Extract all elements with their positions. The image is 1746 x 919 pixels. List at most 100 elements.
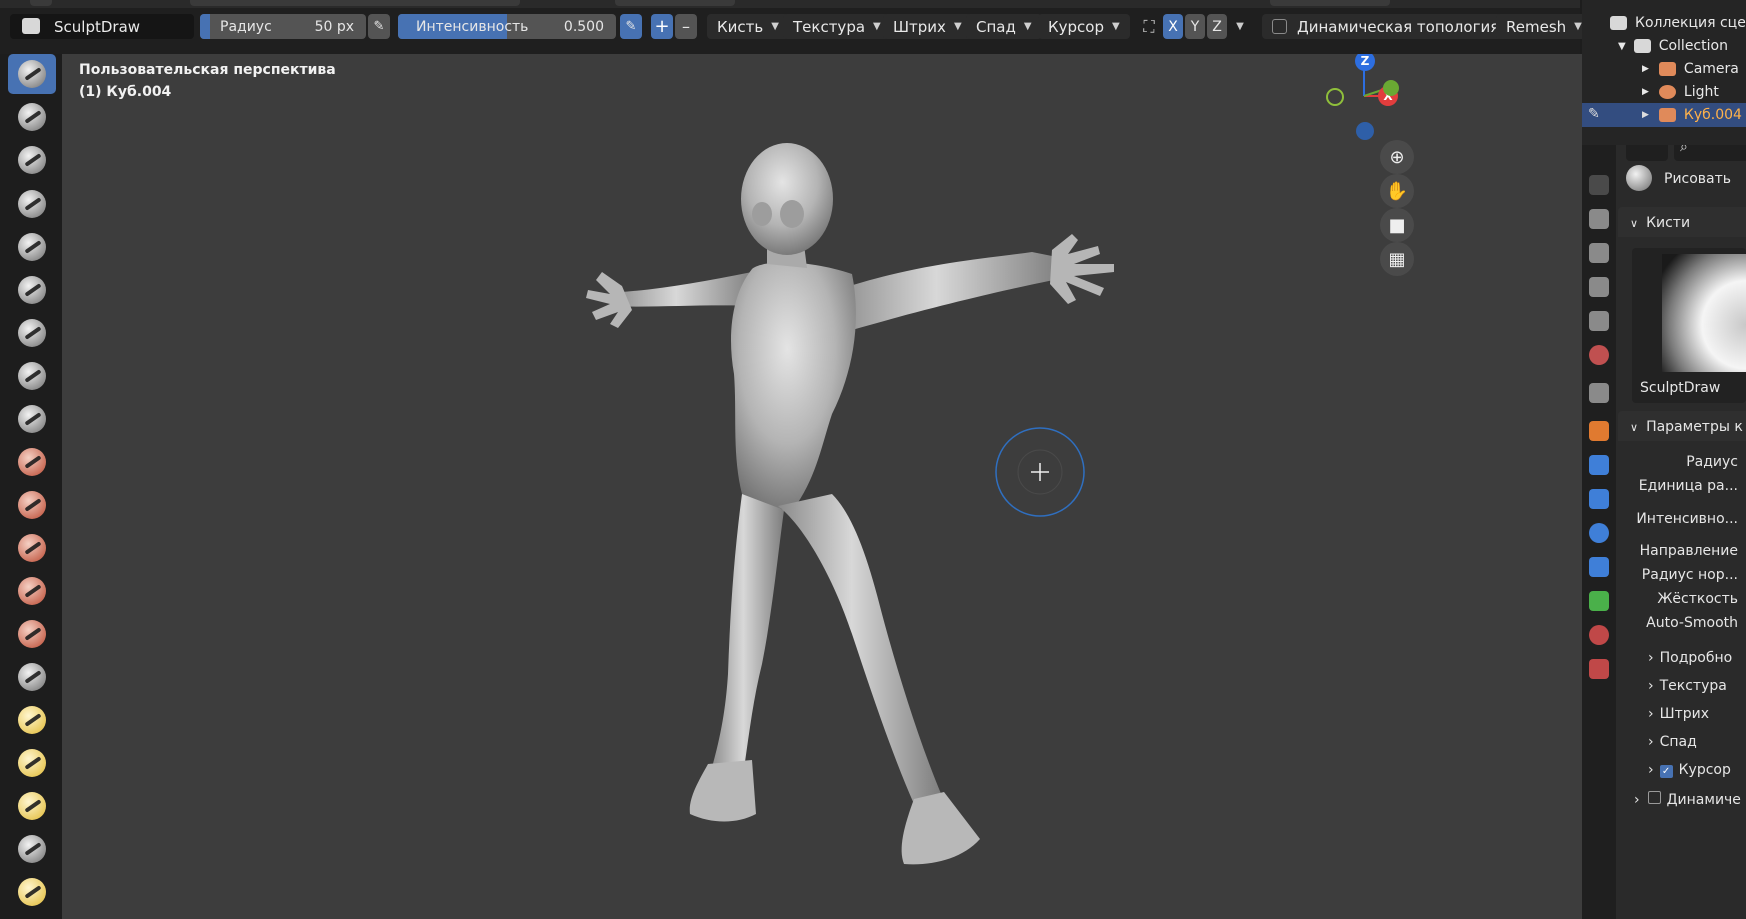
- tool-layer[interactable]: [8, 270, 56, 310]
- tool-grab[interactable]: [8, 700, 56, 740]
- expand-icon[interactable]: ▶: [1642, 110, 1649, 120]
- edit-brush-icon[interactable]: ✎: [1588, 106, 1606, 124]
- tool-clay-thumb[interactable]: [8, 227, 56, 267]
- brushes-panel-label: Кисти: [1646, 215, 1691, 231]
- cursor-checkbox[interactable]: ✓: [1659, 765, 1673, 778]
- subpanel-falloff[interactable]: › Спад: [1648, 734, 1697, 750]
- scene-collection-row[interactable]: Коллекция сце: [1582, 11, 1746, 35]
- menu-cursor[interactable]: Курсор ▼: [1038, 14, 1130, 39]
- tool-pinch[interactable]: [8, 657, 56, 697]
- mirror-z-toggle[interactable]: Z: [1207, 14, 1227, 39]
- editor-type-dropdown[interactable]: [1626, 145, 1668, 161]
- menu-falloff[interactable]: Спад ▼: [966, 14, 1042, 39]
- tab-modifiers-icon[interactable]: [1589, 455, 1609, 475]
- field-direction: Направление: [1639, 543, 1738, 559]
- zoom-icon[interactable]: ⊕: [1380, 140, 1414, 174]
- symmetry-options-dropdown[interactable]: ▼: [1230, 14, 1250, 39]
- tab-view-layer-icon[interactable]: [1589, 277, 1609, 297]
- chevron-down-icon: ▼: [1574, 21, 1582, 32]
- chevron-down-icon: ▼: [953, 21, 962, 32]
- smooth-icon: [18, 448, 46, 476]
- tool-blob[interactable]: [8, 356, 56, 396]
- dynamics-checkbox[interactable]: [1647, 791, 1661, 804]
- tool-smooth[interactable]: [8, 442, 56, 482]
- expand-icon[interactable]: ▶: [1642, 87, 1649, 97]
- tool-draw[interactable]: [8, 54, 56, 94]
- radius-pressure-icon[interactable]: ✎: [368, 14, 390, 39]
- menu-brush[interactable]: Кисть ▼: [707, 14, 789, 39]
- direction-subtract-button[interactable]: –: [675, 14, 697, 39]
- tool-flatten[interactable]: [8, 485, 56, 525]
- shading-buttons[interactable]: [1270, 0, 1390, 6]
- tool-draw-sharp[interactable]: [8, 97, 56, 137]
- outliner-item-camera[interactable]: ▶ Camera: [1582, 57, 1746, 81]
- dyntopo-toggle[interactable]: Динамическая топология ▼: [1262, 14, 1525, 39]
- tool-thumb[interactable]: [8, 829, 56, 869]
- tab-world-icon[interactable]: [1589, 345, 1609, 365]
- brush-name: SculptDraw: [54, 17, 141, 36]
- gizmo-y-axis[interactable]: [1383, 80, 1399, 96]
- header-options[interactable]: [615, 0, 735, 6]
- outliner-item-light[interactable]: ▶ Light: [1582, 80, 1746, 104]
- expand-icon[interactable]: ▼: [1618, 41, 1626, 52]
- tab-object-icon[interactable]: [1589, 421, 1609, 441]
- strength-pressure-icon[interactable]: ✎: [620, 14, 642, 39]
- dyntopo-label: Динамическая топология: [1297, 17, 1500, 36]
- menu-stroke[interactable]: Штрих ▼: [883, 14, 972, 39]
- field-strength: Интенсивно...: [1636, 511, 1738, 527]
- tab-collection-icon[interactable]: [1589, 383, 1609, 403]
- radius-slider[interactable]: Радиус 50 px: [200, 14, 366, 39]
- tab-texture-icon[interactable]: [1589, 659, 1609, 679]
- tab-particles-icon[interactable]: [1589, 489, 1609, 509]
- dyntopo-checkbox[interactable]: [1272, 19, 1287, 34]
- tool-crease[interactable]: [8, 399, 56, 439]
- field-normal-radius: Радиус нор...: [1641, 567, 1738, 583]
- panel-dynamics[interactable]: › Динамиче: [1634, 791, 1741, 808]
- properties-search-icon[interactable]: ⌕: [1674, 145, 1746, 161]
- tab-render-icon[interactable]: [1589, 209, 1609, 229]
- light-label: Light: [1683, 84, 1719, 100]
- menu-texture[interactable]: Текстура ▼: [783, 14, 891, 39]
- gizmo-neg-y-axis[interactable]: [1326, 88, 1344, 106]
- header-menus[interactable]: [190, 0, 520, 6]
- tab-constraints-icon[interactable]: [1589, 557, 1609, 577]
- tool-inflate[interactable]: [8, 313, 56, 353]
- mirror-y-toggle[interactable]: Y: [1185, 14, 1205, 39]
- tab-data-icon[interactable]: [1589, 591, 1609, 611]
- tool-snake-hook[interactable]: [8, 786, 56, 826]
- subpanel-stroke[interactable]: › Штрих: [1648, 706, 1709, 722]
- subpanel-texture[interactable]: › Текстура: [1648, 678, 1727, 694]
- tab-physics-icon[interactable]: [1589, 523, 1609, 543]
- perspective-grid-icon[interactable]: ▦: [1380, 242, 1414, 276]
- pan-hand-icon[interactable]: ✋: [1380, 174, 1414, 208]
- brush-selector[interactable]: SculptDraw: [10, 14, 194, 39]
- subpanel-cursor[interactable]: › ✓ Курсор: [1648, 762, 1731, 778]
- brush-preview-name: SculptDraw: [1640, 380, 1721, 396]
- direction-add-button[interactable]: +: [651, 14, 673, 39]
- tool-scrape[interactable]: [8, 571, 56, 611]
- tab-material-icon[interactable]: [1589, 625, 1609, 645]
- tool-elastic-deform[interactable]: [8, 743, 56, 783]
- strength-slider[interactable]: Интенсивность 0.500: [398, 14, 616, 39]
- subpanel-advanced[interactable]: › Подробно: [1648, 650, 1732, 666]
- remesh-dropdown[interactable]: Remesh ▼: [1496, 14, 1592, 39]
- tab-tool-icon[interactable]: [1589, 175, 1609, 195]
- tool-clay[interactable]: [8, 140, 56, 180]
- tool-fill[interactable]: [8, 528, 56, 568]
- tab-scene-icon[interactable]: [1589, 311, 1609, 331]
- camera-view-icon[interactable]: ■: [1380, 208, 1414, 242]
- scene-collection-label: Коллекция сце: [1635, 15, 1746, 31]
- brush-preview[interactable]: SculptDraw: [1632, 248, 1746, 403]
- tool-clay-strips[interactable]: [8, 184, 56, 224]
- outliner-item-cube[interactable]: ▶ Куб.004: [1582, 103, 1746, 127]
- gizmo-neg-z-axis[interactable]: [1356, 122, 1374, 140]
- tool-multiplane-scrape[interactable]: [8, 614, 56, 654]
- mirror-x-toggle[interactable]: X: [1163, 14, 1183, 39]
- expand-icon[interactable]: ▶: [1642, 64, 1649, 74]
- 3d-viewport[interactable]: Пользовательская перспектива (1) Куб.004: [62, 54, 1582, 919]
- collection-row[interactable]: ▼ Collection: [1582, 34, 1746, 58]
- radius-fill: [200, 14, 210, 39]
- editor-type-icon[interactable]: [30, 0, 52, 6]
- tool-pose[interactable]: [8, 872, 56, 912]
- tab-output-icon[interactable]: [1589, 243, 1609, 263]
